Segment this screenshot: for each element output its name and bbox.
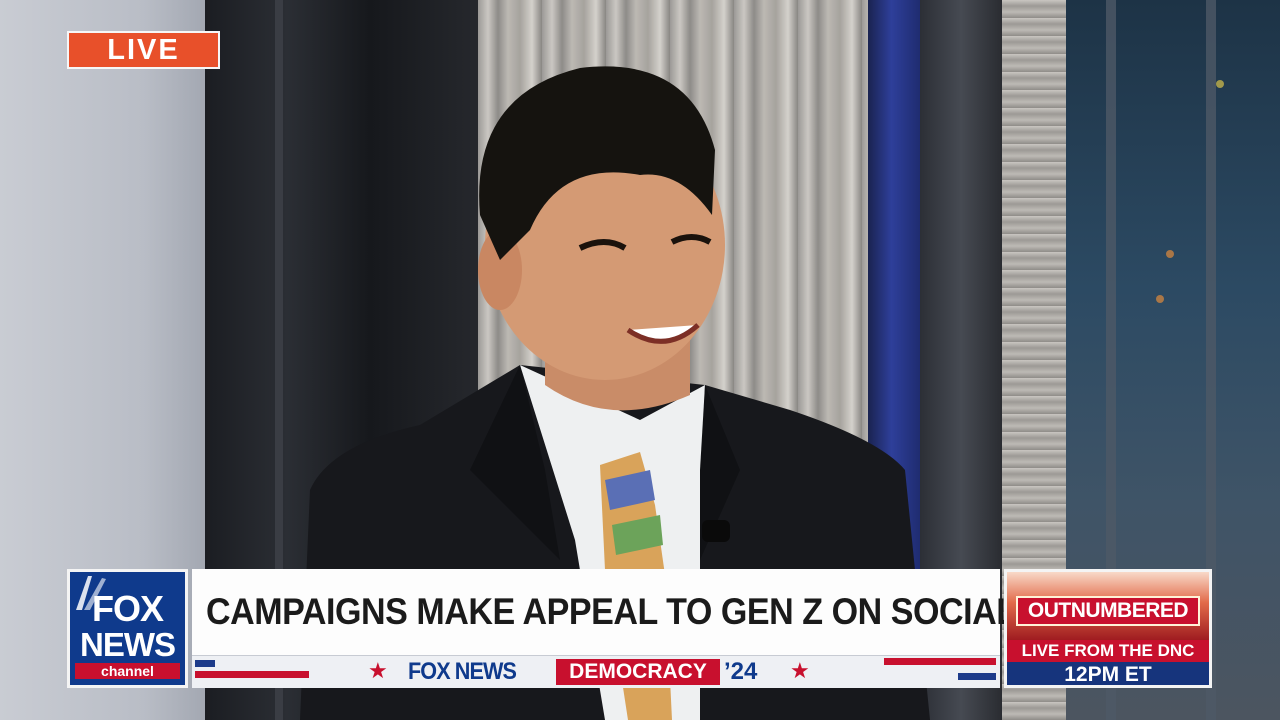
headline-text: CAMPAIGNS MAKE APPEAL TO GEN Z ON SOCIAL… [206, 591, 1133, 632]
show-bug: OUTNUMBERED LIVE FROM THE DNC 12PM ET [1004, 569, 1212, 688]
year-mark: ’24 [724, 658, 758, 685]
live-badge: LIVE [67, 31, 220, 69]
headline-banner: CAMPAIGNS MAKE APPEAL TO GEN Z ON SOCIAL… [192, 569, 1133, 655]
flag-stripe-blue-right [958, 673, 996, 680]
flag-stripe-red-right [884, 658, 996, 665]
star-icon: ★ [368, 658, 388, 683]
logo-channel-text: channel [75, 663, 180, 679]
democracy-label: DEMOCRACY [556, 659, 720, 685]
show-location-text: LIVE FROM THE DNC [1007, 640, 1209, 662]
flag-stripe-red-left [195, 671, 309, 678]
show-time-text: 12PM ET [1007, 662, 1209, 685]
fox-news-wordmark: FOX NEWS [408, 658, 517, 685]
show-name: OUTNUMBERED [1016, 596, 1200, 626]
flag-stripe-blue-left [195, 660, 215, 667]
fox-news-logo: FOX NEWS channel [67, 569, 188, 688]
logo-news-text: NEWS [80, 626, 176, 663]
live-label: LIVE [107, 33, 180, 66]
star-icon: ★ [790, 658, 810, 683]
logo-fox-text: FOX [91, 588, 164, 629]
democracy-banner: ★ FOX NEWS DEMOCRACY ’24 ★ [192, 655, 1000, 688]
